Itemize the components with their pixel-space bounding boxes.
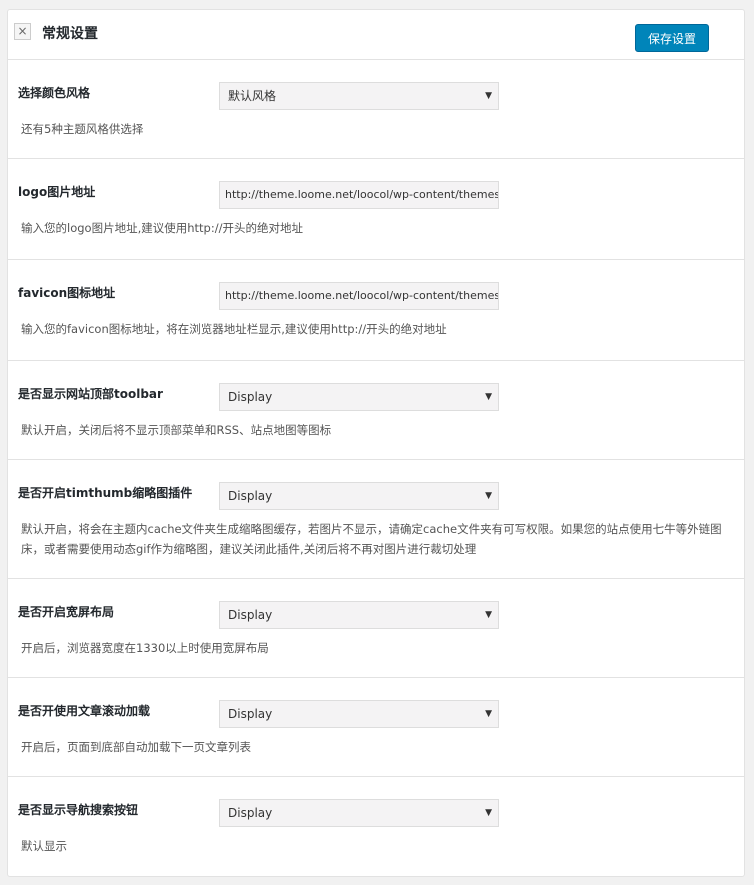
color-style-select[interactable]: 默认风格 ▼ [219, 82, 499, 110]
save-settings-button[interactable]: 保存设置 [635, 24, 709, 52]
favicon-url-input[interactable]: http://theme.loome.net/loocol/wp-content… [219, 282, 499, 310]
setting-logo-url: logo图片地址 http://theme.loome.net/loocol/wp… [8, 159, 744, 260]
logo-url-input[interactable]: http://theme.loome.net/loocol/wp-content… [219, 181, 499, 209]
setting-label: logo图片地址 [18, 185, 96, 199]
setting-label: 是否显示导航搜索按钮 [18, 803, 139, 817]
setting-label: 是否开启timthumb缩略图插件 [18, 486, 193, 500]
selected-value: Display [228, 707, 273, 721]
setting-toolbar: 是否显示网站顶部toolbar Display ▼ 默认开启，关闭后将不显示顶部菜单和… [8, 361, 744, 460]
setting-timthumb: 是否开启timthumb缩略图插件 Display ▼ 默认开启，将会在主题内cach… [8, 460, 744, 579]
setting-description: 开启后，浏览器宽度在1330以上时使用宽屏布局 [21, 641, 269, 655]
selected-value: Display [228, 390, 273, 404]
setting-wide-layout: 是否开启宽屏布局 Display ▼ 开启后，浏览器宽度在1330以上时使用宽屏布局 [8, 579, 744, 678]
setting-description: 输入您的logo图片地址,建议使用http://开头的绝对地址 [21, 221, 303, 235]
selected-value: Display [228, 608, 273, 622]
general-settings-panel: × 常规设置 保存设置 选择颜色风格 默认风格 ▼ 还有5种主题风格供选择 logo图片… [7, 9, 745, 877]
timthumb-select[interactable]: Display ▼ [219, 482, 499, 510]
setting-color-style: 选择颜色风格 默认风格 ▼ 还有5种主题风格供选择 [8, 60, 744, 159]
wide-layout-select[interactable]: Display ▼ [219, 601, 499, 629]
setting-infinite-scroll: 是否开使用文章滚动加载 Display ▼ 开启后，页面到底部自动加载下一页文章列表 [8, 678, 744, 777]
dropdown-arrow-icon: ▼ [485, 610, 492, 620]
setting-label: 是否显示网站顶部toolbar [18, 387, 163, 401]
dropdown-arrow-icon: ▼ [485, 491, 492, 501]
setting-label: 选择颜色风格 [18, 86, 91, 100]
setting-label: 是否开启宽屏布局 [18, 605, 115, 619]
selected-value: 默认风格 [228, 89, 277, 103]
setting-label: 是否开使用文章滚动加载 [18, 704, 151, 718]
infinite-scroll-select[interactable]: Display ▼ [219, 700, 499, 728]
close-icon[interactable]: × [14, 23, 31, 40]
setting-description: 输入您的favicon图标地址，将在浏览器地址栏显示,建议使用http://开头… [21, 322, 447, 336]
selected-value: Display [228, 489, 273, 503]
setting-description: 默认开启，将会在主题内cache文件夹生成缩略图缓存，若图片不显示，请确定cac… [21, 522, 722, 556]
panel-header: × 常规设置 保存设置 [8, 10, 744, 60]
dropdown-arrow-icon: ▼ [485, 709, 492, 719]
setting-nav-search: 是否显示导航搜索按钮 Display ▼ 默认显示 [8, 777, 744, 877]
nav-search-select[interactable]: Display ▼ [219, 799, 499, 827]
dropdown-arrow-icon: ▼ [485, 808, 492, 818]
setting-description: 默认开启，关闭后将不显示顶部菜单和RSS、站点地图等图标 [21, 423, 332, 437]
toolbar-select[interactable]: Display ▼ [219, 383, 499, 411]
setting-description: 默认显示 [21, 839, 67, 853]
setting-description: 还有5种主题风格供选择 [21, 122, 144, 136]
setting-label: favicon图标地址 [18, 286, 116, 300]
setting-favicon-url: favicon图标地址 http://theme.loome.net/loocol… [8, 260, 744, 361]
page-title: 常规设置 [42, 26, 98, 42]
dropdown-arrow-icon: ▼ [485, 392, 492, 402]
selected-value: Display [228, 806, 273, 820]
setting-description: 开启后，页面到底部自动加载下一页文章列表 [21, 740, 251, 754]
dropdown-arrow-icon: ▼ [485, 91, 492, 101]
